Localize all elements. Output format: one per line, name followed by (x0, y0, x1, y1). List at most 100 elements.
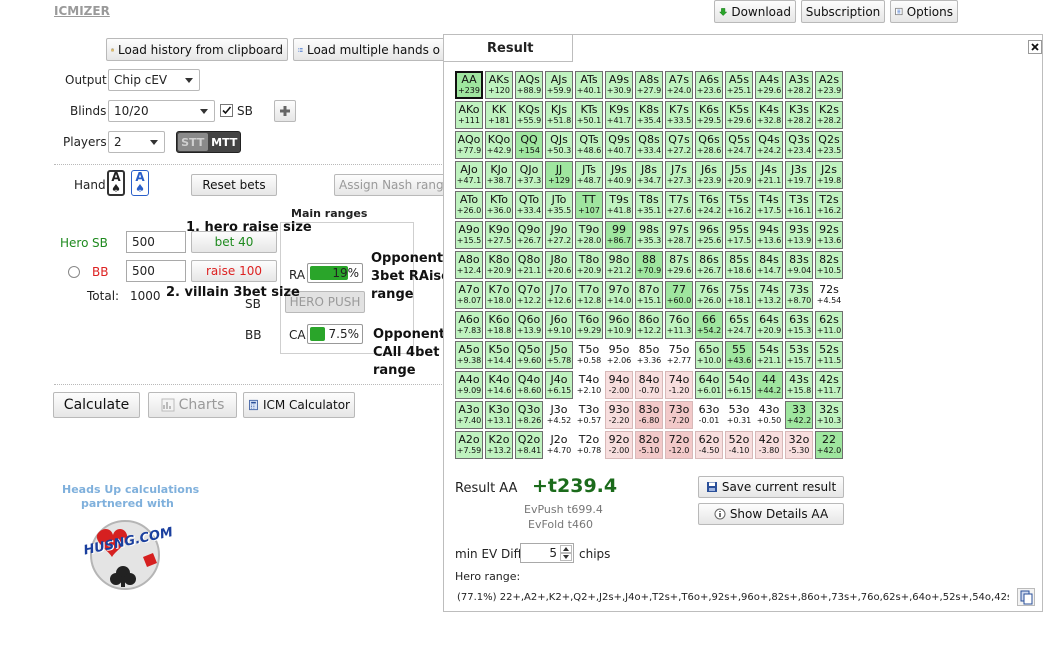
hand-cell-AQs[interactable]: AQs +88.9 (515, 71, 543, 99)
hand-cell-K3s[interactable]: K3s +28.2 (785, 101, 813, 129)
hand-cell-T3o[interactable]: T3o +0.57 (575, 401, 603, 429)
hand-cell-T2o[interactable]: T2o +0.78 (575, 431, 603, 459)
charts-button[interactable]: Charts (148, 392, 237, 418)
hero-stack-input[interactable]: 500 (126, 231, 186, 253)
hand-cell-99[interactable]: 99 +86.7 (605, 221, 633, 249)
hand-cell-KQo[interactable]: KQo +42.9 (485, 131, 513, 159)
blinds-select[interactable]: 10/20 (108, 100, 215, 122)
hand-cell-64o[interactable]: 64o +6.01 (695, 371, 723, 399)
hand-cell-K8s[interactable]: K8s +35.4 (635, 101, 663, 129)
hand-cell-83s[interactable]: 83s +9.04 (785, 251, 813, 279)
hand-cell-T7o[interactable]: T7o +12.8 (575, 281, 603, 309)
mtt-toggle[interactable]: MTT (209, 132, 240, 152)
hand-cell-A2o[interactable]: A2o +7.59 (455, 431, 483, 459)
hand-cell-J8o[interactable]: J8o +20.6 (545, 251, 573, 279)
hand-cell-83o[interactable]: 83o -6.80 (635, 401, 663, 429)
hand-cell-T6o[interactable]: T6o +9.29 (575, 311, 603, 339)
hand-cell-KJs[interactable]: KJs +51.8 (545, 101, 573, 129)
hand-cell-K2o[interactable]: K2o +13.2 (485, 431, 513, 459)
assign-nash-button[interactable]: Assign Nash range (334, 174, 445, 196)
hand-cell-Q8s[interactable]: Q8s +33.4 (635, 131, 663, 159)
hand-cell-A5s[interactable]: A5s +25.1 (725, 71, 753, 99)
hand-cell-J4o[interactable]: J4o +6.15 (545, 371, 573, 399)
hand-cell-T7s[interactable]: T7s +27.6 (665, 191, 693, 219)
hand-cell-ATo[interactable]: ATo +26.0 (455, 191, 483, 219)
hand-cell-84s[interactable]: 84s +14.7 (755, 251, 783, 279)
hand-cell-98s[interactable]: 98s +35.3 (635, 221, 663, 249)
hand-card-2[interactable]: A ♠ (131, 170, 149, 196)
close-button[interactable] (1028, 40, 1042, 54)
hand-cell-76o[interactable]: 76o +11.3 (665, 311, 693, 339)
hand-cell-85o[interactable]: 85o +3.36 (635, 341, 663, 369)
hand-card-1[interactable]: A ♠ (107, 170, 125, 196)
hand-cell-JTs[interactable]: JTs +48.7 (575, 161, 603, 189)
hand-cell-A8o[interactable]: A8o +12.4 (455, 251, 483, 279)
hand-cell-QTs[interactable]: QTs +48.6 (575, 131, 603, 159)
hand-cell-J2s[interactable]: J2s +19.8 (815, 161, 843, 189)
villain-radio[interactable] (68, 266, 80, 278)
hand-cell-J6s[interactable]: J6s +23.9 (695, 161, 723, 189)
hand-cell-K4o[interactable]: K4o +14.6 (485, 371, 513, 399)
hand-cell-82o[interactable]: 82o -5.10 (635, 431, 663, 459)
hand-cell-Q7o[interactable]: Q7o +12.2 (515, 281, 543, 309)
hand-cell-74s[interactable]: 74s +13.2 (755, 281, 783, 309)
hand-cell-T2s[interactable]: T2s +16.2 (815, 191, 843, 219)
hand-cell-JTo[interactable]: JTo +35.5 (545, 191, 573, 219)
hand-cell-A7o[interactable]: A7o +8.07 (455, 281, 483, 309)
hand-cell-54o[interactable]: 54o +6.15 (725, 371, 753, 399)
hand-cell-QTo[interactable]: QTo +33.4 (515, 191, 543, 219)
hand-cell-87s[interactable]: 87s +29.6 (665, 251, 693, 279)
players-select[interactable]: 2 (108, 131, 165, 153)
hand-cell-62s[interactable]: 62s +11.0 (815, 311, 843, 339)
hand-cell-K6o[interactable]: K6o +18.8 (485, 311, 513, 339)
hand-cell-75s[interactable]: 75s +18.1 (725, 281, 753, 309)
hand-cell-AJs[interactable]: AJs +59.9 (545, 71, 573, 99)
options-button[interactable]: Options (890, 0, 958, 23)
hand-cell-94s[interactable]: 94s +13.6 (755, 221, 783, 249)
hand-cell-93o[interactable]: 93o -2.20 (605, 401, 633, 429)
app-title[interactable]: ICMIZER (54, 4, 110, 18)
hand-cell-33[interactable]: 33 +42.2 (785, 401, 813, 429)
hand-cell-AQo[interactable]: AQo +77.9 (455, 131, 483, 159)
hand-cell-73s[interactable]: 73s +8.70 (785, 281, 813, 309)
hand-cell-98o[interactable]: 98o +21.2 (605, 251, 633, 279)
calculate-button[interactable]: Calculate (53, 392, 140, 418)
stt-mtt-toggle[interactable]: STT MTT (176, 131, 241, 153)
hand-cell-TT[interactable]: TT +107 (575, 191, 603, 219)
hand-cell-72o[interactable]: 72o -12.0 (665, 431, 693, 459)
hand-cell-Q4s[interactable]: Q4s +24.2 (755, 131, 783, 159)
hand-cell-53s[interactable]: 53s +15.7 (785, 341, 813, 369)
hand-cell-T4s[interactable]: T4s +17.5 (755, 191, 783, 219)
hand-cell-A6o[interactable]: A6o +7.83 (455, 311, 483, 339)
hand-cell-JJ[interactable]: JJ +129 (545, 161, 573, 189)
hand-cell-J3s[interactable]: J3s +19.7 (785, 161, 813, 189)
sb-checkbox[interactable] (220, 104, 233, 117)
hand-cell-J8s[interactable]: J8s +34.7 (635, 161, 663, 189)
hand-cell-T8o[interactable]: T8o +20.9 (575, 251, 603, 279)
hand-cell-Q2s[interactable]: Q2s +23.5 (815, 131, 843, 159)
hand-cell-22[interactable]: 22 +42.0 (815, 431, 843, 459)
hand-cell-63s[interactable]: 63s +15.3 (785, 311, 813, 339)
hand-cell-86o[interactable]: 86o +12.2 (635, 311, 663, 339)
hand-cell-76s[interactable]: 76s +26.0 (695, 281, 723, 309)
hand-cell-J5s[interactable]: J5s +20.9 (725, 161, 753, 189)
hand-cell-Q5s[interactable]: Q5s +24.7 (725, 131, 753, 159)
save-result-button[interactable]: Save current result (698, 476, 844, 498)
hand-cell-A7s[interactable]: A7s +24.0 (665, 71, 693, 99)
hand-cell-KTo[interactable]: KTo +36.0 (485, 191, 513, 219)
hand-cell-92o[interactable]: 92o -2.00 (605, 431, 633, 459)
hand-cell-J2o[interactable]: J2o +4.70 (545, 431, 573, 459)
villain-raise-button[interactable]: raise 100 (191, 260, 277, 282)
hand-cell-KK[interactable]: KK +181 (485, 101, 513, 129)
hand-cell-42o[interactable]: 42o -3.80 (755, 431, 783, 459)
hand-cell-J9o[interactable]: J9o +27.2 (545, 221, 573, 249)
hand-cell-K5o[interactable]: K5o +14.4 (485, 341, 513, 369)
hand-cell-J5o[interactable]: J5o +5.78 (545, 341, 573, 369)
hand-cell-J4s[interactable]: J4s +21.1 (755, 161, 783, 189)
ra-range-bar[interactable]: 19% (307, 263, 363, 283)
hand-cell-QJs[interactable]: QJs +50.3 (545, 131, 573, 159)
hand-cell-84o[interactable]: 84o -0.70 (635, 371, 663, 399)
hand-cell-74o[interactable]: 74o -1.20 (665, 371, 693, 399)
copy-range-button[interactable] (1017, 588, 1035, 606)
hand-cell-J3o[interactable]: J3o +4.52 (545, 401, 573, 429)
